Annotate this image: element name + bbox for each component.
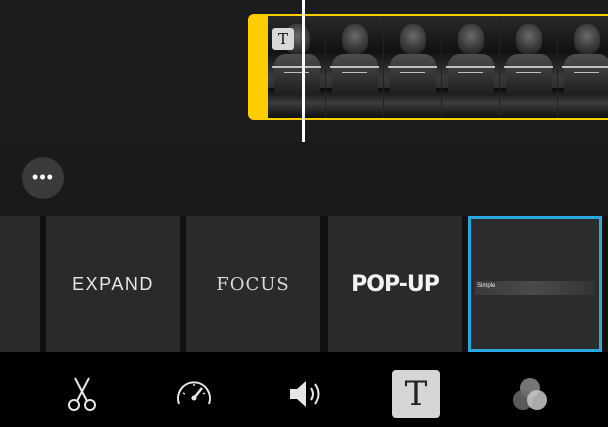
filters-icon[interactable] — [506, 370, 554, 418]
clip-frame — [500, 16, 558, 118]
timeline[interactable]: T — [0, 0, 608, 142]
title-style-label: Simple — [477, 283, 496, 289]
title-badge-icon: T — [272, 28, 294, 50]
title-style-label: FOCUS — [216, 273, 290, 295]
clip-frame — [442, 16, 500, 118]
edit-toolbar: T — [0, 352, 608, 427]
title-styles-strip[interactable]: EXPAND FOCUS POP-UP Simple — [0, 216, 608, 352]
speedometer-icon[interactable] — [170, 370, 218, 418]
clip-frame — [558, 16, 608, 118]
scissors-icon[interactable] — [58, 370, 106, 418]
clip-frame — [384, 16, 442, 118]
playhead[interactable] — [302, 0, 305, 142]
title-style-label: EXPAND — [72, 273, 154, 294]
title-style-tile[interactable] — [0, 216, 40, 352]
title-style-simple[interactable]: Simple — [468, 216, 602, 352]
clip-frame — [326, 16, 384, 118]
titles-icon[interactable]: T — [392, 370, 440, 418]
options-bar — [0, 142, 608, 216]
title-style-popup[interactable]: POP-UP — [328, 216, 462, 352]
clip-trim-handle[interactable] — [250, 16, 268, 118]
title-style-focus[interactable]: FOCUS — [186, 216, 320, 352]
title-style-expand[interactable]: EXPAND — [46, 216, 180, 352]
more-options-button[interactable]: ••• — [22, 157, 64, 199]
title-style-label: POP-UP — [351, 271, 440, 297]
clip-thumbnails — [268, 16, 608, 118]
volume-icon[interactable] — [282, 370, 330, 418]
